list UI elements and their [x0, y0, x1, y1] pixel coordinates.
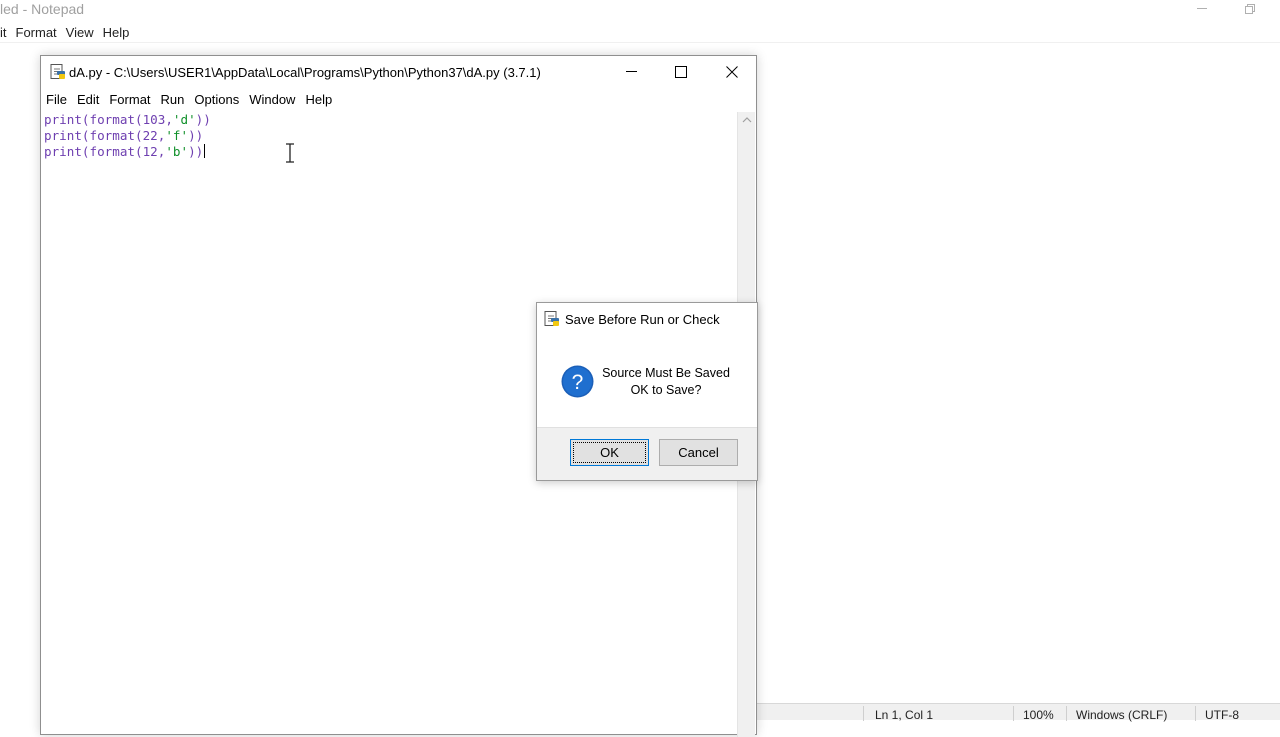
notepad-menu-view[interactable]: View — [66, 25, 94, 40]
svg-text:?: ? — [572, 371, 584, 394]
menu-window[interactable]: Window — [249, 92, 295, 107]
ok-button[interactable]: OK — [570, 439, 649, 466]
editor-menubar: File Edit Format Run Options Window Help — [41, 88, 342, 110]
menu-edit[interactable]: Edit — [77, 92, 99, 107]
code-string: 'f' — [165, 128, 189, 143]
cancel-button-label: Cancel — [678, 445, 719, 460]
dialog-message-line: Source Must Be Saved — [602, 366, 730, 380]
text-caret — [204, 144, 206, 158]
code-line: print(format(12,'b')) — [44, 144, 737, 160]
editor-titlebar: dA.py - C:\Users\USER1\AppData\Local\Pro… — [41, 56, 756, 88]
dialog-title: Save Before Run or Check — [565, 312, 720, 327]
menu-file[interactable]: File — [46, 92, 67, 107]
code-line: print(format(22,'f')) — [44, 128, 737, 144]
code-builtin: print(format(12, — [44, 144, 166, 159]
editor-maximize-button[interactable] — [658, 56, 704, 88]
notepad-titlebar: led - Notepad — [0, 0, 1280, 20]
status-separator — [863, 706, 864, 721]
minimize-icon — [1197, 8, 1207, 9]
restore-icon — [1245, 4, 1255, 14]
ibeam-cursor-icon — [286, 143, 294, 163]
dialog-titlebar: Save Before Run or Check — [537, 303, 757, 335]
close-icon — [726, 66, 738, 78]
menu-help[interactable]: Help — [305, 92, 332, 107]
code-string: 'b' — [165, 144, 189, 159]
code-builtin: print(format(22, — [44, 128, 166, 143]
editor-title: dA.py - C:\Users\USER1\AppData\Local\Pro… — [69, 65, 541, 80]
maximize-icon — [675, 66, 687, 78]
notepad-title: led - Notepad — [0, 1, 85, 17]
dialog-message-line: OK to Save? — [630, 383, 702, 397]
menu-format[interactable]: Format — [109, 92, 150, 107]
minimize-icon — [625, 71, 637, 72]
scroll-up-icon[interactable] — [742, 116, 752, 124]
dialog-message: Source Must Be Saved OK to Save? — [601, 365, 731, 399]
code-punct: )) — [188, 128, 204, 143]
notepad-menubar: it Format View Help — [0, 22, 138, 42]
code-string: 'd' — [172, 112, 196, 127]
code-builtin: print(format(103, — [44, 112, 173, 127]
notepad-minimize-button[interactable] — [1182, 0, 1222, 18]
dialog-body: ? Source Must Be Saved OK to Save? — [537, 335, 757, 427]
python-file-icon — [50, 64, 65, 79]
notepad-menu-divider — [0, 42, 1280, 43]
code-punct: )) — [195, 112, 211, 127]
status-separator — [1195, 706, 1196, 721]
save-before-run-dialog: Save Before Run or Check ? Source Must B… — [536, 302, 758, 481]
notepad-menu-format[interactable]: Format — [16, 25, 57, 40]
menu-run[interactable]: Run — [161, 92, 185, 107]
notepad-restore-button[interactable] — [1230, 0, 1270, 18]
editor-close-button[interactable] — [709, 56, 755, 88]
notepad-statusbar: Ln 1, Col 1 100% Windows (CRLF) UTF-8 — [757, 703, 1280, 722]
menu-options[interactable]: Options — [194, 92, 239, 107]
editor-minimize-button[interactable] — [608, 56, 654, 88]
code-line: print(format(103,'d')) — [44, 112, 737, 128]
dialog-footer: OK Cancel — [537, 427, 757, 480]
focus-ring — [573, 442, 646, 463]
status-separator — [1013, 706, 1014, 721]
python-file-icon — [544, 311, 559, 326]
question-icon: ? — [561, 365, 594, 398]
status-separator — [1066, 706, 1067, 721]
code-punct: )) — [188, 144, 204, 159]
cancel-button[interactable]: Cancel — [659, 439, 738, 466]
notepad-menu-help[interactable]: Help — [103, 25, 130, 40]
notepad-menu-edit[interactable]: it — [0, 25, 7, 40]
